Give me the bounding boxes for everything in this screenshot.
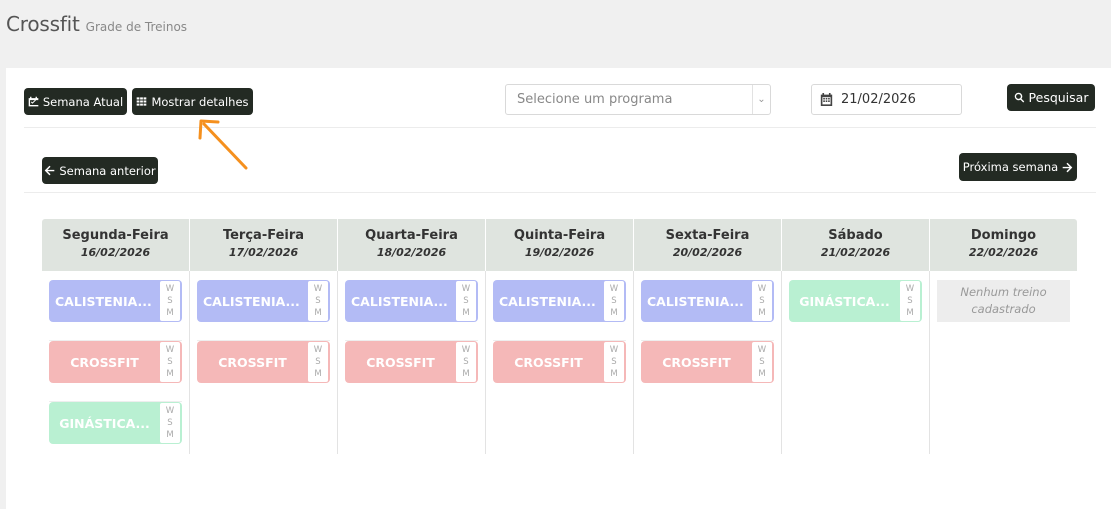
week-grid-header: Segunda-Feira 16/02/2026 Terça-Feira 17/…: [42, 219, 1077, 271]
program-select-placeholder: Selecione um programa: [517, 92, 673, 107]
day-column-sunday: Nenhum treino cadastrado: [930, 271, 1077, 454]
date-value: 21/02/2026: [841, 92, 916, 107]
wsm-badge[interactable]: WSM: [160, 342, 180, 382]
workout-card-ginastica[interactable]: GINÁSTICA... W S M: [49, 402, 182, 444]
day-column-monday: CALISTENIA... W S M CROSSFIT W S M GINÁSTICA..…: [42, 271, 190, 454]
workout-card-crossfit[interactable]: CROSSFIT W S M: [49, 341, 182, 383]
workout-card-crossfit[interactable]: CROSSFIT W S M: [641, 341, 774, 383]
day-header-thursday: Quinta-Feira 19/02/2026: [486, 219, 634, 271]
day-date: 20/02/2026: [672, 246, 743, 259]
day-header-friday: Sexta-Feira 20/02/2026: [634, 219, 782, 271]
wsm-badge[interactable]: WSM: [900, 281, 920, 321]
calendar-icon: [820, 93, 833, 106]
calendar-check-icon: [28, 96, 39, 107]
arrow-left-icon: [45, 165, 55, 176]
day-date: 16/02/2026: [80, 246, 151, 259]
grid-icon: [137, 97, 147, 106]
wsm-badge[interactable]: WSM: [160, 281, 180, 321]
workout-card-ginastica[interactable]: GINÁSTICA... W S M: [789, 280, 922, 322]
previous-week-button[interactable]: Semana anterior: [42, 157, 158, 184]
current-week-button[interactable]: Semana Atual: [24, 88, 127, 115]
day-date: 18/02/2026: [376, 246, 447, 259]
page-subtitle: Grade de Treinos: [85, 20, 188, 34]
day-header-saturday: Sábado 21/02/2026: [782, 219, 930, 271]
page-header: Crossfit Grade de Treinos: [6, 12, 187, 42]
wsm-badge[interactable]: WSM: [160, 403, 180, 443]
day-date: 21/02/2026: [820, 246, 891, 259]
workout-card-crossfit[interactable]: CROSSFIT W S M: [345, 341, 478, 383]
day-header-monday: Segunda-Feira 16/02/2026: [42, 219, 190, 271]
show-details-label: Mostrar detalhes: [151, 94, 249, 109]
day-date: 17/02/2026: [228, 246, 299, 259]
wsm-badge[interactable]: WSM: [308, 342, 328, 382]
next-week-button[interactable]: Próxima semana: [959, 153, 1077, 181]
search-icon: [1014, 92, 1024, 103]
workout-name: CROSSFIT: [366, 354, 435, 370]
workout-name: GINÁSTICA...: [59, 415, 150, 431]
workout-name: CALISTENIA...: [203, 293, 300, 309]
wsm-badge[interactable]: WSM: [604, 342, 624, 382]
week-grid: Segunda-Feira 16/02/2026 Terça-Feira 17/…: [42, 219, 1077, 454]
arrow-right-icon: [1062, 162, 1073, 172]
workout-name: CROSSFIT: [514, 354, 583, 370]
day-header-sunday: Domingo 22/02/2026: [930, 219, 1077, 271]
day-name: Quinta-Feira: [513, 228, 606, 243]
day-column-wednesday: CALISTENIA... W S M CROSSFIT W S M: [338, 271, 486, 454]
day-header-wednesday: Quarta-Feira 18/02/2026: [338, 219, 486, 271]
week-grid-body: CALISTENIA... W S M CROSSFIT W S M GINÁSTICA..…: [42, 271, 1077, 454]
workout-name: CALISTENIA...: [647, 293, 744, 309]
workout-card-calistenia[interactable]: CALISTENIA... W S M: [197, 280, 330, 322]
day-column-tuesday: CALISTENIA... W S M CROSSFIT W S M: [190, 271, 338, 454]
wsm-badge[interactable]: WSM: [456, 342, 476, 382]
annotation-arrow: [198, 119, 248, 170]
workout-name: CROSSFIT: [70, 354, 139, 370]
day-name: Sexta-Feira: [665, 228, 750, 243]
workout-card-calistenia[interactable]: CALISTENIA... W S M: [49, 280, 182, 322]
workout-name: CALISTENIA...: [499, 293, 596, 309]
workout-card-calistenia[interactable]: CALISTENIA... W S M: [641, 280, 774, 322]
day-name: Terça-Feira: [222, 228, 305, 243]
workout-card-calistenia[interactable]: CALISTENIA... W S M: [493, 280, 626, 322]
date-input[interactable]: 21/02/2026: [811, 84, 962, 115]
wsm-badge[interactable]: WSM: [456, 281, 476, 321]
current-week-label: Semana Atual: [42, 94, 124, 109]
search-button[interactable]: Pesquisar: [1007, 84, 1095, 111]
wsm-badge[interactable]: WSM: [604, 281, 624, 321]
wsm-badge[interactable]: WSM: [752, 281, 772, 321]
workout-name: CROSSFIT: [662, 354, 731, 370]
day-name: Segunda-Feira: [62, 228, 169, 243]
chevron-down-icon: ⌄: [752, 85, 770, 114]
wsm-badge[interactable]: WSM: [308, 281, 328, 321]
day-date: 22/02/2026: [968, 246, 1039, 259]
day-column-friday: CALISTENIA... W S M CROSSFIT W S M: [634, 271, 782, 454]
previous-week-label: Semana anterior: [59, 163, 156, 178]
toolbar-divider: [24, 127, 1096, 128]
workout-name: CALISTENIA...: [351, 293, 448, 309]
workout-name: CROSSFIT: [218, 354, 287, 370]
show-details-button[interactable]: Mostrar detalhes: [132, 88, 253, 115]
empty-day-message: Nenhum treino cadastrado: [937, 280, 1070, 322]
search-label: Pesquisar: [1028, 90, 1089, 105]
day-name: Domingo: [970, 228, 1037, 243]
day-date: 19/02/2026: [524, 246, 595, 259]
workout-name: GINÁSTICA...: [799, 293, 890, 309]
day-column-saturday: GINÁSTICA... W S M: [782, 271, 930, 454]
workout-name: CALISTENIA...: [55, 293, 152, 309]
day-name: Quarta-Feira: [365, 228, 458, 243]
workout-card-crossfit[interactable]: CROSSFIT W S M: [197, 341, 330, 383]
schedule-panel: Semana Atual Mostrar detalhes Selecione …: [6, 68, 1111, 509]
page-title: Crossfit: [6, 12, 80, 36]
workout-card-calistenia[interactable]: CALISTENIA... W S M: [345, 280, 478, 322]
program-select[interactable]: Selecione um programa ⌄: [505, 84, 771, 115]
wsm-badge[interactable]: WSM: [752, 342, 772, 382]
day-name: Sábado: [828, 228, 883, 243]
day-column-thursday: CALISTENIA... W S M CROSSFIT W S M: [486, 271, 634, 454]
nav-divider: [24, 192, 1096, 193]
day-header-tuesday: Terça-Feira 17/02/2026: [190, 219, 338, 271]
workout-card-crossfit[interactable]: CROSSFIT W S M: [493, 341, 626, 383]
next-week-label: Próxima semana: [962, 160, 1059, 174]
